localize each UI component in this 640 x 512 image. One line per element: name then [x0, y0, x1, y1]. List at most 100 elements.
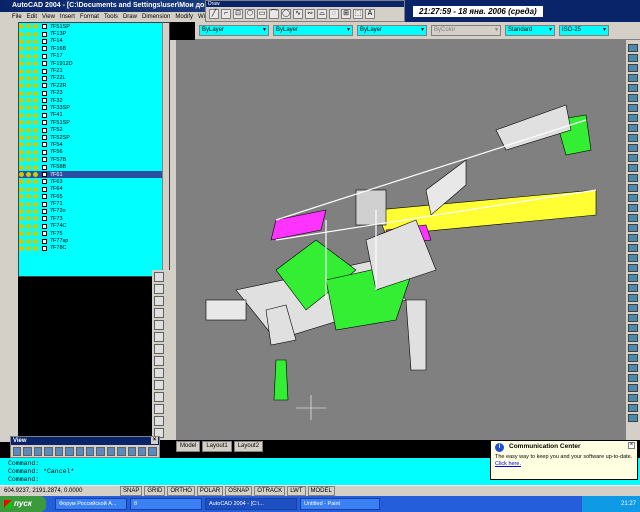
- tool-icon[interactable]: [628, 114, 638, 122]
- tool-icon[interactable]: [628, 234, 638, 242]
- lock-icon[interactable]: [33, 24, 38, 30]
- layer-row[interactable]: 7F52SP: [19, 134, 169, 141]
- tool-icon[interactable]: [628, 284, 638, 292]
- color-swatch[interactable]: [42, 46, 47, 52]
- tool-icon[interactable]: [628, 124, 638, 132]
- view-icon[interactable]: [85, 447, 95, 456]
- sun-icon[interactable]: [26, 46, 31, 52]
- tool-icon[interactable]: [628, 344, 638, 352]
- sun-icon[interactable]: [26, 231, 31, 237]
- lightbulb-icon[interactable]: [19, 186, 24, 192]
- view-icon[interactable]: [106, 447, 116, 456]
- modify-tool-icon[interactable]: [154, 368, 164, 378]
- drawing-viewport[interactable]: [176, 40, 626, 440]
- lock-icon[interactable]: [33, 83, 38, 89]
- lock-icon[interactable]: [33, 223, 38, 229]
- layer-row[interactable]: 7F56: [19, 149, 169, 156]
- modify-tool-icon[interactable]: [154, 380, 164, 390]
- sun-icon[interactable]: [26, 223, 31, 229]
- tool-icon[interactable]: [628, 174, 638, 182]
- draw-tool-icon[interactable]: ⌒: [269, 9, 279, 19]
- color-swatch[interactable]: [42, 83, 47, 89]
- view-icon[interactable]: [65, 447, 74, 456]
- layer-row[interactable]: 7F22R: [19, 82, 169, 89]
- sun-icon[interactable]: [26, 83, 31, 89]
- tool-icon[interactable]: [628, 384, 638, 392]
- tool-icon[interactable]: [628, 404, 638, 412]
- dimstyle-dropdown[interactable]: ISO-25: [559, 25, 609, 36]
- task-window[interactable]: 8: [130, 498, 202, 510]
- lock-icon[interactable]: [33, 31, 38, 37]
- lightbulb-icon[interactable]: [19, 179, 24, 185]
- draw-tool-icon[interactable]: ╱: [209, 9, 219, 19]
- layer-row[interactable]: 7F72o: [19, 208, 169, 215]
- layer-row[interactable]: 7F23: [19, 90, 169, 97]
- lock-icon[interactable]: [33, 245, 38, 251]
- draw-tool-icon[interactable]: ⬡: [245, 9, 255, 19]
- draw-tool-icon[interactable]: ⬚: [353, 9, 363, 19]
- view-icon[interactable]: [33, 447, 43, 456]
- color-swatch[interactable]: [42, 231, 47, 237]
- layer-row[interactable]: 7F57B: [19, 156, 169, 163]
- view-icon[interactable]: [117, 447, 126, 456]
- layer-list[interactable]: 7F51SP 7F13P 7F14 7F16B 7F17 7F1912D 7F21 7F22L…: [18, 22, 170, 277]
- lock-icon[interactable]: [33, 157, 38, 163]
- color-swatch[interactable]: [42, 31, 47, 37]
- menu-view[interactable]: View: [42, 12, 55, 22]
- color-swatch[interactable]: [42, 98, 47, 104]
- layer-row[interactable]: 7F64: [19, 186, 169, 193]
- color-swatch[interactable]: [42, 216, 47, 222]
- draw-tool-icon[interactable]: ⊞: [341, 9, 351, 19]
- osnap-toggle[interactable]: OSNAP: [225, 486, 253, 496]
- color-swatch[interactable]: [42, 201, 47, 207]
- lock-icon[interactable]: [33, 142, 38, 148]
- menu-file[interactable]: File: [12, 12, 22, 22]
- tool-icon[interactable]: [628, 44, 638, 52]
- sun-icon[interactable]: [26, 201, 31, 207]
- tool-icon[interactable]: [628, 194, 638, 202]
- lock-icon[interactable]: [33, 120, 38, 126]
- lightbulb-icon[interactable]: [19, 83, 24, 89]
- lightbulb-icon[interactable]: [19, 208, 24, 214]
- layer-row[interactable]: 7F73: [19, 215, 169, 222]
- layer-row[interactable]: 7F63: [19, 178, 169, 185]
- sun-icon[interactable]: [26, 172, 31, 177]
- lock-icon[interactable]: [33, 68, 38, 74]
- draw-tool-icon[interactable]: ⌐: [221, 9, 231, 19]
- color-swatch[interactable]: [42, 245, 47, 251]
- tool-icon[interactable]: [628, 204, 638, 212]
- sun-icon[interactable]: [26, 149, 31, 155]
- layer-row[interactable]: 7F51SP: [19, 23, 169, 30]
- color-swatch[interactable]: [42, 164, 47, 170]
- lock-icon[interactable]: [33, 46, 38, 52]
- layer-row[interactable]: 7F74C: [19, 223, 169, 230]
- tool-icon[interactable]: [628, 274, 638, 282]
- lock-icon[interactable]: [33, 105, 38, 111]
- menu-dimension[interactable]: Dimension: [142, 12, 170, 22]
- layer-row[interactable]: 7F71: [19, 200, 169, 207]
- view-icon[interactable]: [138, 447, 147, 456]
- draw-tool-icon[interactable]: ∿: [293, 9, 303, 19]
- lightbulb-icon[interactable]: [19, 120, 24, 126]
- lock-icon[interactable]: [33, 61, 38, 67]
- draw-tool-icon[interactable]: A: [365, 9, 375, 19]
- menu-draw[interactable]: Draw: [123, 12, 137, 22]
- tool-icon[interactable]: [628, 324, 638, 332]
- lightbulb-icon[interactable]: [19, 24, 24, 30]
- lightbulb-icon[interactable]: [19, 231, 24, 237]
- layer-row[interactable]: 7F21: [19, 67, 169, 74]
- modify-tool-icon[interactable]: [154, 308, 164, 318]
- view-icon[interactable]: [96, 447, 105, 456]
- lightbulb-icon[interactable]: [19, 61, 24, 67]
- menu-modify[interactable]: Modify: [175, 12, 193, 22]
- polar-toggle[interactable]: POLAR: [196, 486, 224, 496]
- lightbulb-icon[interactable]: [19, 38, 24, 44]
- lightbulb-icon[interactable]: [19, 112, 24, 118]
- modify-tool-icon[interactable]: [154, 404, 164, 414]
- tool-icon[interactable]: [628, 74, 638, 82]
- tool-icon[interactable]: [628, 254, 638, 262]
- tool-icon[interactable]: [628, 304, 638, 312]
- tool-icon[interactable]: [628, 154, 638, 162]
- layer-row[interactable]: 7F1912D: [19, 60, 169, 67]
- sun-icon[interactable]: [26, 61, 31, 67]
